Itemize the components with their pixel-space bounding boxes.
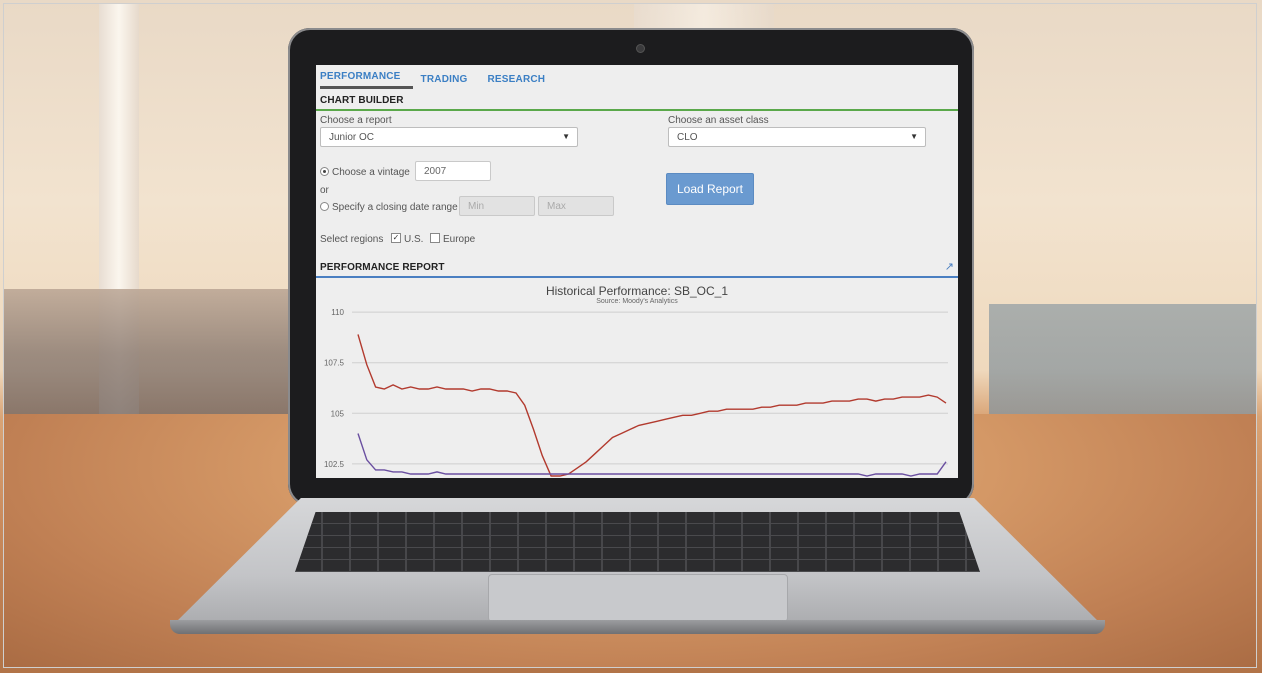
performance-report-heading: PERFORMANCE REPORT	[320, 262, 445, 273]
background-city	[4, 289, 304, 419]
region-europe-label: Europe	[443, 234, 476, 245]
vintage-radio[interactable]	[320, 166, 329, 176]
chart-builder-heading: CHART BUILDER	[320, 95, 404, 106]
min-date-input[interactable]: Min	[459, 196, 535, 216]
region-europe-checkbox[interactable]	[430, 233, 440, 244]
laptop-base-edge	[170, 620, 1105, 634]
series-line	[357, 433, 947, 477]
select-caret-icon: ▼	[910, 132, 918, 141]
series-line	[357, 334, 947, 477]
camera-icon	[636, 44, 645, 53]
chart-builder-panel: Choose a report Junior OC ▼ Choose an as…	[316, 111, 958, 256]
report-select[interactable]: Junior OC ▼	[320, 127, 578, 147]
y-tick-label: 107.5	[324, 359, 345, 368]
select-caret-icon: ▼	[562, 132, 570, 141]
max-date-input[interactable]: Max	[538, 196, 614, 216]
trackpad	[488, 574, 788, 622]
performance-chart: Historical Performance: SB_OC_1 Source: …	[316, 278, 958, 478]
date-range-label: Specify a closing date range	[332, 202, 458, 213]
region-europe-option[interactable]: Europe	[430, 233, 476, 245]
keyboard-rows	[295, 512, 980, 572]
y-tick-label: 102.5	[324, 460, 345, 469]
region-us-checkbox[interactable]: ✓	[391, 233, 401, 244]
top-nav-tabs: PERFORMANCE TRADING RESEARCH	[316, 65, 958, 89]
chart-svg: 110 107.5 105 102.5	[324, 308, 948, 477]
region-us-label: U.S.	[404, 234, 424, 245]
asset-class-select-value: CLO	[677, 132, 698, 143]
vintage-input[interactable]: 2007	[415, 161, 491, 181]
report-select-value: Junior OC	[329, 132, 375, 143]
vintage-option[interactable]: Choose a vintage	[320, 166, 410, 178]
regions-label: Select regions	[320, 234, 384, 245]
performance-report-header: PERFORMANCE REPORT ↗	[316, 256, 958, 276]
region-us-option[interactable]: ✓ U.S.	[391, 233, 424, 245]
app-screen: PERFORMANCE TRADING RESEARCH CHART BUILD…	[316, 65, 958, 478]
vintage-label: Choose a vintage	[332, 167, 410, 178]
tab-research[interactable]: RESEARCH	[488, 74, 558, 89]
y-tick-label: 105	[331, 409, 345, 418]
date-range-radio[interactable]	[320, 201, 329, 211]
tab-performance[interactable]: PERFORMANCE	[320, 71, 413, 89]
asset-class-select[interactable]: CLO ▼	[668, 127, 926, 147]
external-link-icon[interactable]: ↗	[945, 260, 958, 273]
background-building	[989, 304, 1256, 414]
y-tick-label: 110	[331, 308, 344, 317]
tab-trading[interactable]: TRADING	[421, 74, 480, 89]
date-range-option[interactable]: Specify a closing date range	[320, 201, 458, 213]
report-label: Choose a report	[320, 115, 392, 126]
or-label: or	[320, 185, 329, 196]
asset-class-label: Choose an asset class	[668, 115, 769, 126]
load-report-button[interactable]: Load Report	[666, 173, 754, 205]
